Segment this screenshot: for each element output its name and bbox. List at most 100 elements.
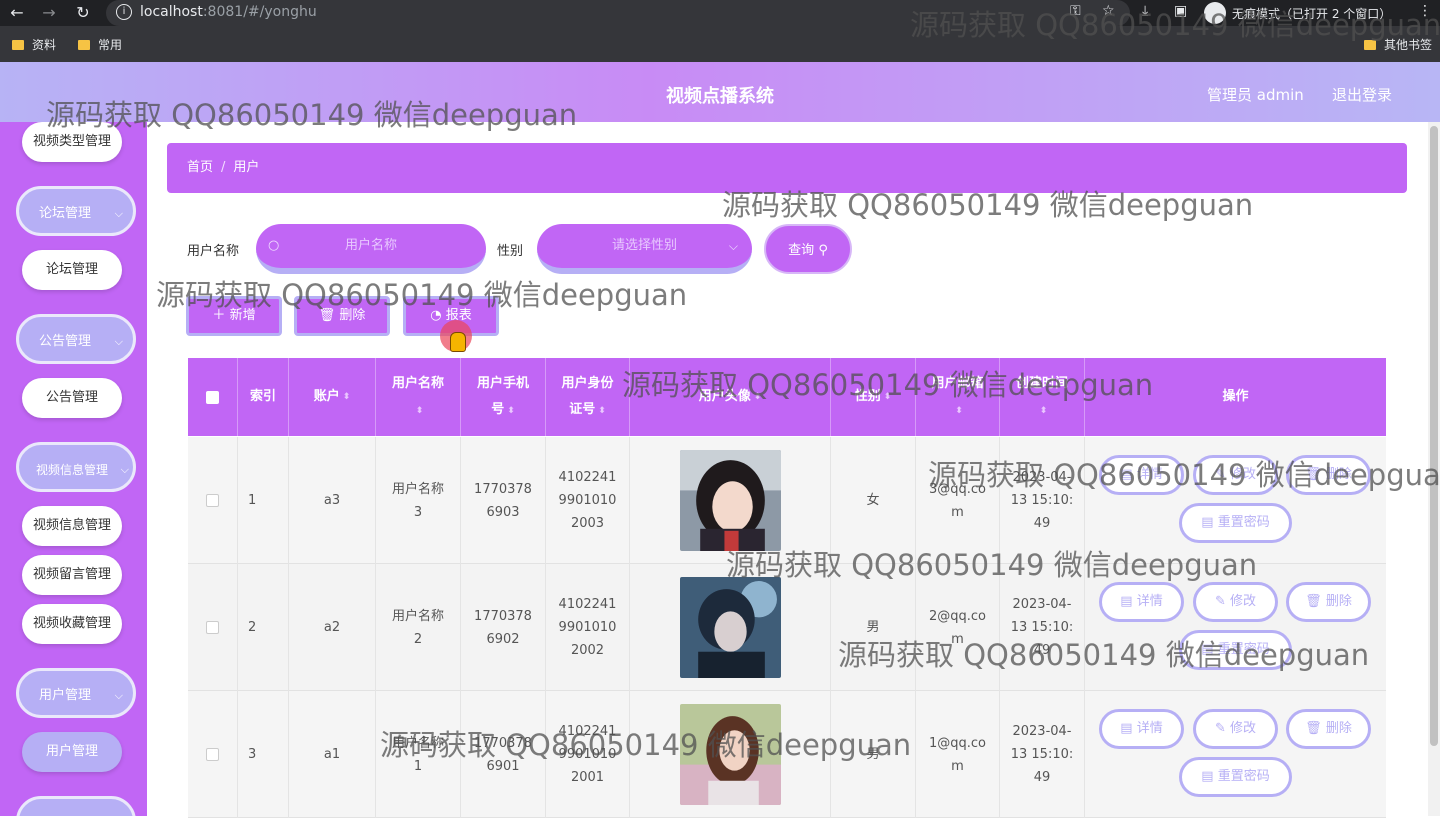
user-avatar xyxy=(679,450,781,551)
cell-index: 1 xyxy=(238,437,289,564)
logout-link[interactable]: 退出登录 xyxy=(1332,84,1392,105)
cell-index: 3 xyxy=(238,691,289,818)
search-icon: ⚲ xyxy=(818,243,828,258)
col-operations: 操作 xyxy=(1222,389,1249,404)
select-all-checkbox-cell[interactable] xyxy=(188,358,238,436)
detail-button[interactable]: ▤ 详情 xyxy=(1099,455,1184,495)
sidebar-group-more[interactable] xyxy=(16,796,136,816)
add-button[interactable]: ＋ 新增 xyxy=(186,296,282,336)
sort-icon[interactable]: ⬍ xyxy=(598,406,606,416)
delete-row-button[interactable]: 🗑 删除 xyxy=(1286,455,1371,495)
bookmark-folder[interactable]: 常用 xyxy=(78,36,122,53)
sort-icon[interactable]: ⬍ xyxy=(955,406,963,416)
sort-icon[interactable]: ⬍ xyxy=(416,406,424,416)
star-icon[interactable]: ☆ xyxy=(1102,3,1115,19)
document-icon: ▤ xyxy=(1120,721,1133,736)
cell-phone: 17703786901 xyxy=(461,691,546,818)
edit-button[interactable]: ✎ 修改 xyxy=(1193,582,1278,622)
gender-select[interactable]: 请选择性别 ⌵ xyxy=(537,224,752,274)
delete-button[interactable]: 🗑 删除 xyxy=(294,296,390,336)
col-account[interactable]: 账户 ⬍ xyxy=(289,358,376,436)
chevron-down-icon: ⌵ xyxy=(728,239,738,253)
app-header: 视频点播系统 管理员 admin 退出登录 xyxy=(0,62,1440,122)
cell-gender: 女 xyxy=(831,437,916,564)
download-icon[interactable]: ⤓ xyxy=(1142,3,1148,19)
edit-button[interactable]: ✎ 修改 xyxy=(1193,709,1278,749)
scrollbar-thumb[interactable] xyxy=(1430,126,1438,746)
sidebar-group-video-info[interactable]: 视频信息管理 ⌵ xyxy=(16,442,136,492)
menu-icon[interactable]: ⋮ xyxy=(1418,3,1432,19)
key-icon[interactable]: ⚿ xyxy=(1070,3,1081,19)
document-icon: ▤ xyxy=(1120,467,1133,482)
breadcrumb-current: 用户 xyxy=(233,160,260,175)
row-checkbox[interactable] xyxy=(206,621,219,634)
cell-idcard: 410224199010102001 xyxy=(546,691,630,818)
sidebar-item-video-favorite[interactable]: 视频收藏管理 xyxy=(22,604,122,644)
cell-idcard: 410224199010102003 xyxy=(546,437,630,564)
site-info-icon[interactable]: i xyxy=(116,4,132,20)
sidepanel-icon[interactable]: ▣ xyxy=(1174,3,1187,19)
trash-icon: 🗑 xyxy=(318,308,336,323)
col-created[interactable]: 创建时间 ⬍ xyxy=(1000,358,1085,436)
sidebar-group-user[interactable]: 用户管理 ⌵ xyxy=(16,668,136,718)
col-idcard[interactable]: 用户身份证号 ⬍ xyxy=(546,358,630,436)
detail-button[interactable]: ▤ 详情 xyxy=(1099,709,1184,749)
cell-name: 用户名称3 xyxy=(376,437,461,564)
forward-icon[interactable]: → xyxy=(38,2,60,24)
other-bookmarks[interactable]: 其他书签 xyxy=(1364,36,1432,53)
sidebar-item-video-info[interactable]: 视频信息管理 xyxy=(22,506,122,546)
row-checkbox[interactable] xyxy=(206,494,219,507)
row-checkbox[interactable] xyxy=(206,748,219,761)
bookmark-folder[interactable]: 资料 xyxy=(12,36,56,53)
sidebar-group-notice[interactable]: 公告管理 ⌵ xyxy=(16,314,136,364)
chevron-down-icon: ⌵ xyxy=(114,335,123,348)
select-all-checkbox[interactable] xyxy=(206,390,219,404)
sort-icon[interactable]: ⬍ xyxy=(1040,406,1048,416)
detail-button[interactable]: ▤ 详情 xyxy=(1099,582,1184,622)
reload-icon[interactable]: ↻ xyxy=(72,2,94,24)
query-button[interactable]: 查询 ⚲ xyxy=(764,224,852,274)
col-gender[interactable]: 性别 ⬍ xyxy=(831,358,916,436)
cell-created: 2023-04-13 15:10:49 xyxy=(1000,691,1085,818)
sidebar-item-video-comment[interactable]: 视频留言管理 xyxy=(22,555,122,595)
sidebar-item-forum[interactable]: 论坛管理 xyxy=(22,250,122,290)
sidebar-item-user[interactable]: 用户管理 xyxy=(22,732,122,772)
incognito-icon[interactable] xyxy=(1204,2,1226,24)
delete-row-button[interactable]: 🗑 删除 xyxy=(1286,582,1371,622)
cell-gender: 男 xyxy=(831,691,916,818)
cell-name: 用户名称1 xyxy=(376,691,461,818)
sidebar-item-notice[interactable]: 公告管理 xyxy=(22,378,122,418)
pencil-icon: ✎ xyxy=(1214,594,1226,609)
cell-index: 2 xyxy=(238,564,289,691)
reset-password-button[interactable]: ▤ 重置密码 xyxy=(1179,630,1292,670)
cell-gender: 男 xyxy=(831,564,916,691)
breadcrumb-home[interactable]: 首页 xyxy=(187,160,213,175)
reset-password-button[interactable]: ▤ 重置密码 xyxy=(1179,757,1292,797)
table-row: 1 a3 用户名称3 17703786903 41022419901010200… xyxy=(188,437,1386,564)
cell-idcard: 410224199010102002 xyxy=(546,564,630,691)
url-text: localhost:8081/#/yonghu xyxy=(140,4,317,20)
username-input[interactable]: ○ 用户名称 xyxy=(256,224,486,274)
col-avatar[interactable]: 用户头像 ⬍ xyxy=(630,358,831,436)
username-label: 用户名称 xyxy=(187,244,240,259)
back-icon[interactable]: ← xyxy=(6,2,28,24)
reset-password-button[interactable]: ▤ 重置密码 xyxy=(1179,503,1292,543)
bookmarks-bar: 资料 常用 其他书签 xyxy=(0,26,1440,62)
browser-toolbar: ← → ↻ i localhost:8081/#/yonghu ⚿ ☆ ⤓ ▣ … xyxy=(0,0,1440,26)
cell-name: 用户名称2 xyxy=(376,564,461,691)
delete-row-button[interactable]: 🗑 删除 xyxy=(1286,709,1371,749)
pie-chart-icon: ◔ xyxy=(430,308,442,323)
col-phone[interactable]: 用户手机号 ⬍ xyxy=(461,358,546,436)
sort-icon[interactable]: ⬍ xyxy=(343,384,351,410)
sidebar-group-forum[interactable]: 论坛管理 ⌵ xyxy=(16,186,136,236)
sidebar-item-video-type[interactable]: 视频类型管理 xyxy=(22,122,122,162)
col-email[interactable]: 用户邮箱 ⬍ xyxy=(916,358,1000,436)
edit-button[interactable]: ✎ 修改 xyxy=(1193,455,1278,495)
folder-icon xyxy=(78,40,90,50)
address-bar[interactable]: i localhost:8081/#/yonghu ⚿ ☆ xyxy=(106,0,1130,26)
sort-icon[interactable]: ⬍ xyxy=(884,384,892,410)
sort-icon[interactable]: ⬍ xyxy=(507,406,515,416)
sort-icon[interactable]: ⬍ xyxy=(754,384,762,410)
col-name[interactable]: 用户名称 ⬍ xyxy=(376,358,461,436)
page-scrollbar[interactable] xyxy=(1428,122,1440,816)
